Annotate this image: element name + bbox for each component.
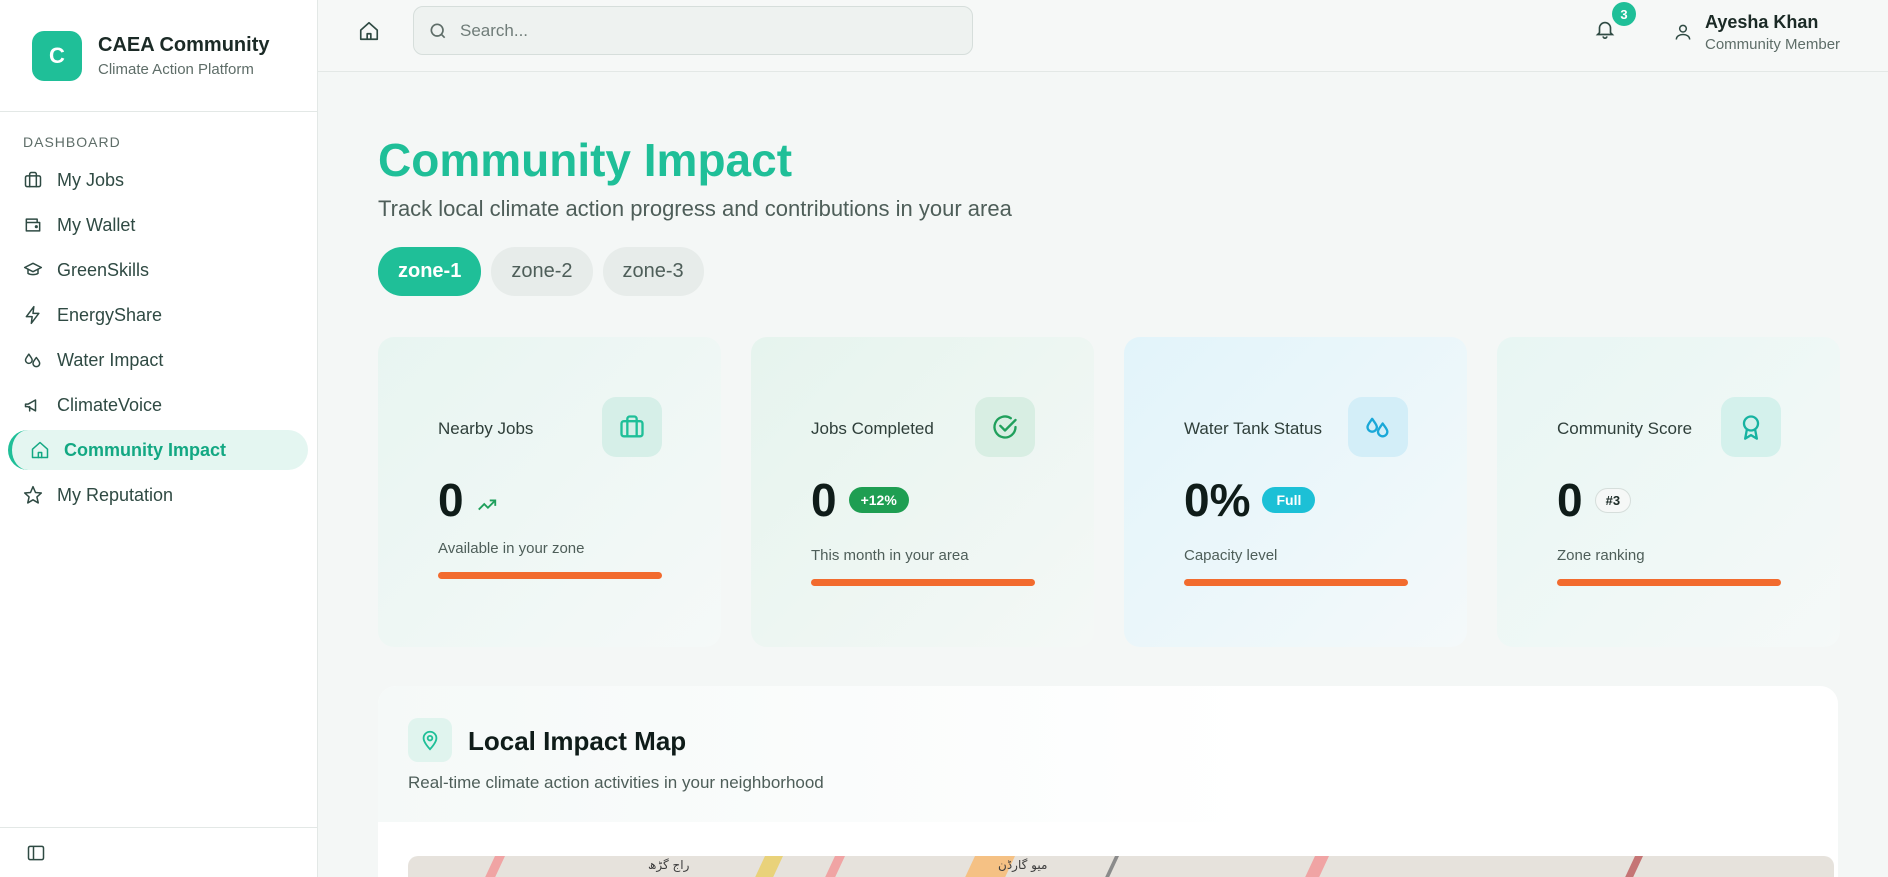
sidebar-item-water-impact[interactable]: Water Impact: [8, 340, 308, 380]
home-button[interactable]: [358, 20, 382, 44]
brand-title: CAEA Community: [98, 33, 270, 56]
user-name: Ayesha Khan: [1705, 12, 1819, 32]
progress-bar: [1557, 579, 1781, 586]
card-nearby-jobs[interactable]: Nearby Jobs 0 Available in your zone: [378, 337, 721, 647]
card-caption: Zone ranking: [1557, 547, 1645, 564]
rank-badge: #3: [1594, 487, 1632, 513]
user-menu[interactable]: Ayesha Khan Community Member: [1673, 12, 1840, 53]
award-icon: [1742, 415, 1760, 440]
briefcase-icon: [24, 171, 42, 188]
droplets-icon: [24, 353, 41, 368]
page-subtitle: Track local climate action progress and …: [378, 196, 1012, 221]
tab-zone-3[interactable]: zone-3: [602, 247, 704, 296]
stat-cards: Nearby Jobs 0 Available in your zone Job…: [378, 337, 1840, 647]
bell-icon: [1595, 21, 1615, 39]
main-content: Community Impact Track local climate act…: [318, 73, 1888, 877]
sidebar-item-climatevoice[interactable]: ClimateVoice: [8, 385, 308, 425]
sidebar-footer: [0, 827, 318, 877]
status-badge: Full: [1262, 487, 1316, 513]
tab-zone-2[interactable]: zone-2: [491, 247, 593, 296]
brand-subtitle: Climate Action Platform: [98, 60, 254, 78]
megaphone-icon: [24, 399, 37, 412]
sidebar-item-label: EnergyShare: [57, 304, 163, 325]
card-value: 0: [811, 474, 837, 526]
sidebar-item-label: My Jobs: [57, 169, 125, 190]
sidebar-item-greenskills[interactable]: GreenSkills: [8, 250, 308, 290]
card-label: Water Tank Status: [1184, 419, 1322, 438]
map-pin-icon: [422, 730, 438, 751]
home-icon: [359, 21, 379, 41]
card-value: 0%: [1184, 474, 1251, 526]
user-role: Community Member: [1705, 36, 1841, 53]
map-label: راج گڑھ: [648, 858, 690, 872]
impact-map[interactable]: راج گڑھ میو گارڈن: [408, 856, 1834, 877]
sidebar-item-my-reputation[interactable]: My Reputation: [8, 475, 308, 515]
card-caption: This month in your area: [811, 547, 969, 564]
card-label: Community Score: [1557, 419, 1693, 438]
graduation-cap-icon: [23, 262, 43, 276]
map-subtitle: Real-time climate action activities in y…: [408, 773, 824, 792]
sidebar-item-community-impact[interactable]: Community Impact: [8, 430, 308, 470]
trending-up-icon: [477, 499, 496, 511]
zone-tabs: zone-1 zone-2 zone-3: [378, 247, 704, 296]
change-badge: +12%: [848, 487, 909, 513]
tab-zone-1[interactable]: zone-1: [378, 247, 482, 296]
sidebar: C CAEA Community Climate Action Platform…: [0, 0, 318, 877]
check-circle-icon: [993, 415, 1017, 439]
sidebar-toggle-icon[interactable]: [26, 843, 46, 863]
sidebar-item-label: My Wallet: [57, 214, 136, 235]
briefcase-icon: [620, 415, 644, 438]
progress-bar: [1184, 579, 1408, 586]
local-impact-map-card: Local Impact Map Real-time climate actio…: [378, 686, 1838, 877]
map-title: Local Impact Map: [468, 726, 687, 756]
sidebar-item-my-wallet[interactable]: My Wallet: [8, 205, 308, 245]
brand-logo: C: [32, 30, 82, 81]
card-caption: Capacity level: [1184, 547, 1278, 564]
progress-bar: [438, 572, 662, 579]
sidebar-item-energyshare[interactable]: EnergyShare: [8, 295, 308, 335]
card-caption: Available in your zone: [438, 540, 585, 557]
brand[interactable]: C CAEA Community Climate Action Platform: [0, 0, 317, 112]
map-label: میو گارڈن: [998, 858, 1048, 872]
sidebar-item-label: Community Impact: [64, 439, 227, 460]
card-community-score[interactable]: Community Score 0 #3 Zone ranking: [1497, 337, 1840, 647]
card-value: 0: [438, 474, 464, 526]
sidebar-item-my-jobs[interactable]: My Jobs: [8, 160, 308, 200]
page-title: Community Impact: [378, 134, 793, 186]
card-label: Jobs Completed: [811, 419, 934, 438]
card-jobs-completed[interactable]: Jobs Completed 0 +12% This month in your…: [751, 337, 1094, 647]
search-bar[interactable]: [413, 6, 973, 55]
sidebar-nav: My Jobs My Wallet GreenSkills EnergyShar…: [0, 160, 318, 520]
sidebar-item-label: Water Impact: [57, 349, 164, 370]
sidebar-item-label: ClimateVoice: [57, 394, 163, 415]
progress-bar: [811, 579, 1035, 586]
sidebar-item-label: GreenSkills: [57, 259, 150, 280]
notification-count-badge: 3: [1612, 2, 1636, 26]
sidebar-item-label: My Reputation: [57, 484, 174, 505]
search-icon: [430, 23, 446, 38]
home-icon: [31, 441, 49, 459]
droplets-icon: [1366, 417, 1389, 438]
card-label: Nearby Jobs: [438, 419, 534, 438]
search-input[interactable]: [460, 20, 940, 41]
lightning-icon: [25, 305, 40, 325]
wallet-icon: [25, 218, 41, 232]
card-water-tank-status[interactable]: Water Tank Status 0% Full Capacity level: [1124, 337, 1467, 647]
star-icon: [23, 485, 43, 504]
user-icon: [1675, 24, 1691, 40]
nav-section-label: DASHBOARD: [23, 134, 121, 150]
card-value: 0: [1557, 474, 1583, 526]
top-header: 3 Ayesha Khan Community Member: [318, 0, 1888, 72]
